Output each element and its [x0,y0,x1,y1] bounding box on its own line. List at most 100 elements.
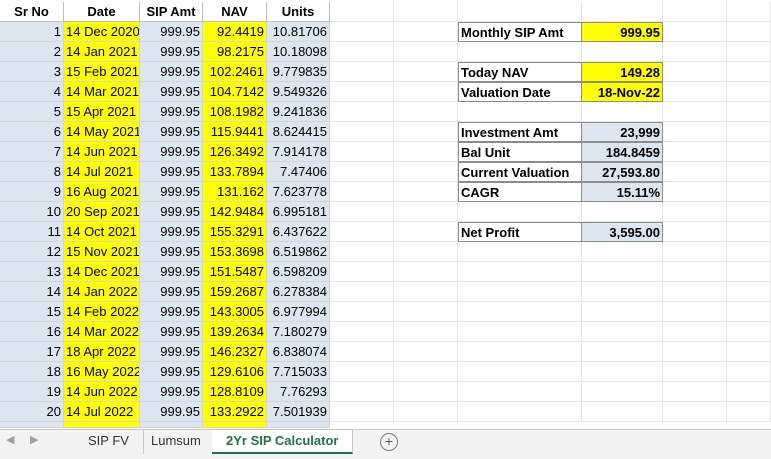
cell-sr-no[interactable]: 1 [0,22,64,42]
cell-empty[interactable] [727,22,771,42]
cell-sr-no[interactable]: 18 [0,362,64,382]
cell-date[interactable]: 14 Jun 2022 [64,382,140,402]
cell-sip-amt[interactable]: 999.95 [140,362,203,382]
cell-empty[interactable] [458,302,582,322]
cell-sr-no[interactable]: 11 [0,222,64,242]
cell-empty[interactable] [663,282,727,302]
cell-units[interactable]: 6.519862 [267,242,330,262]
cell-empty[interactable] [727,282,771,302]
cell-sip-amt[interactable]: 999.95 [140,262,203,282]
cell-sip-amt[interactable]: 999.95 [140,82,203,102]
cell-date[interactable]: 14 Jul 2022 [64,402,140,422]
cell-empty[interactable] [394,222,458,242]
cell-empty[interactable] [267,422,330,428]
cell-empty[interactable] [663,402,727,422]
cell-nav[interactable]: 129.6106 [203,362,267,382]
cell-empty[interactable] [330,62,394,82]
column-header[interactable]: NAV [203,2,267,22]
cell-date[interactable]: 14 Jan 2022 [64,282,140,302]
cell-date[interactable]: 14 Feb 2022 [64,302,140,322]
cell-empty[interactable] [727,42,771,62]
cell-empty[interactable] [458,42,582,62]
cell-sip-amt[interactable]: 999.95 [140,42,203,62]
cell-empty[interactable] [0,422,64,428]
cell-empty[interactable] [582,42,663,62]
cell-empty[interactable] [330,242,394,262]
cell-empty[interactable] [458,342,582,362]
cell-nav[interactable]: 139.2634 [203,322,267,342]
cell-empty[interactable] [663,82,727,102]
cell-empty[interactable] [458,362,582,382]
cell-empty[interactable] [330,142,394,162]
cell-nav[interactable]: 133.7894 [203,162,267,182]
cell-units[interactable]: 7.501939 [267,402,330,422]
cell-empty[interactable] [140,422,203,428]
cell-empty[interactable] [394,82,458,102]
cell-date[interactable]: 14 Dec 2021 [64,262,140,282]
cell-sr-no[interactable]: 6 [0,122,64,142]
cell-empty[interactable] [582,402,663,422]
cell-empty[interactable] [394,342,458,362]
cell-nav[interactable]: 155.3291 [203,222,267,242]
tab-lumsum[interactable]: Lumsum [137,430,216,454]
cell-empty[interactable] [663,122,727,142]
cell-nav[interactable]: 143.3005 [203,302,267,322]
cell-units[interactable]: 6.838074 [267,342,330,362]
cell-empty[interactable] [458,382,582,402]
cell-sip-amt[interactable]: 999.95 [140,282,203,302]
cell-sr-no[interactable]: 9 [0,182,64,202]
cell-sr-no[interactable]: 8 [0,162,64,182]
cell-empty[interactable] [582,382,663,402]
cell-empty[interactable] [663,382,727,402]
cell-nav[interactable]: 104.7142 [203,82,267,102]
cell-empty[interactable] [330,402,394,422]
cell-empty[interactable] [330,342,394,362]
cell-empty[interactable] [663,22,727,42]
cell-sip-amt[interactable]: 999.95 [140,402,203,422]
cell-units[interactable]: 7.914178 [267,142,330,162]
cell-empty[interactable] [582,282,663,302]
cagr-value[interactable]: 15.11% [582,182,663,202]
cell-empty[interactable] [727,362,771,382]
valuation-date-value[interactable]: 18-Nov-22 [582,82,663,102]
cell-empty[interactable] [582,302,663,322]
cell-date[interactable]: 16 May 2022 [64,362,140,382]
cell-empty[interactable] [727,142,771,162]
cell-empty[interactable] [330,302,394,322]
cell-units[interactable]: 7.76293 [267,382,330,402]
cell-nav[interactable]: 128.8109 [203,382,267,402]
cell-sip-amt[interactable]: 999.95 [140,142,203,162]
cell-nav[interactable]: 115.9441 [203,122,267,142]
cell-sip-amt[interactable]: 999.95 [140,322,203,342]
cell-units[interactable]: 7.47406 [267,162,330,182]
cell-empty[interactable] [394,302,458,322]
cell-nav[interactable]: 131.162 [203,182,267,202]
cell-date[interactable]: 20 Sep 2021 [64,202,140,222]
cell-empty[interactable] [582,322,663,342]
cell-empty[interactable] [394,262,458,282]
cell-empty[interactable] [330,162,394,182]
cell-empty[interactable] [330,122,394,142]
cell-empty[interactable] [203,422,267,428]
cell-empty[interactable] [394,282,458,302]
cell-sip-amt[interactable]: 999.95 [140,382,203,402]
cell-empty[interactable] [727,162,771,182]
column-header[interactable]: Sr No [0,2,64,22]
cell-empty[interactable] [727,202,771,222]
cell-empty[interactable] [330,82,394,102]
cell-date[interactable]: 15 Feb 2021 [64,62,140,82]
cell-empty[interactable] [727,342,771,362]
cell-date[interactable]: 16 Aug 2021 [64,182,140,202]
cell-empty[interactable] [394,42,458,62]
cell-empty[interactable] [458,262,582,282]
column-header[interactable]: SIP Amt [140,2,203,22]
cell-sip-amt[interactable]: 999.95 [140,182,203,202]
cell-empty[interactable] [330,182,394,202]
investment-amt-value[interactable]: 23,999 [582,122,663,142]
cell-empty[interactable] [663,142,727,162]
cell-sr-no[interactable]: 4 [0,82,64,102]
cell-date[interactable]: 18 Apr 2022 [64,342,140,362]
cell-empty[interactable] [394,2,458,22]
cell-empty[interactable] [458,242,582,262]
cell-units[interactable]: 7.623778 [267,182,330,202]
